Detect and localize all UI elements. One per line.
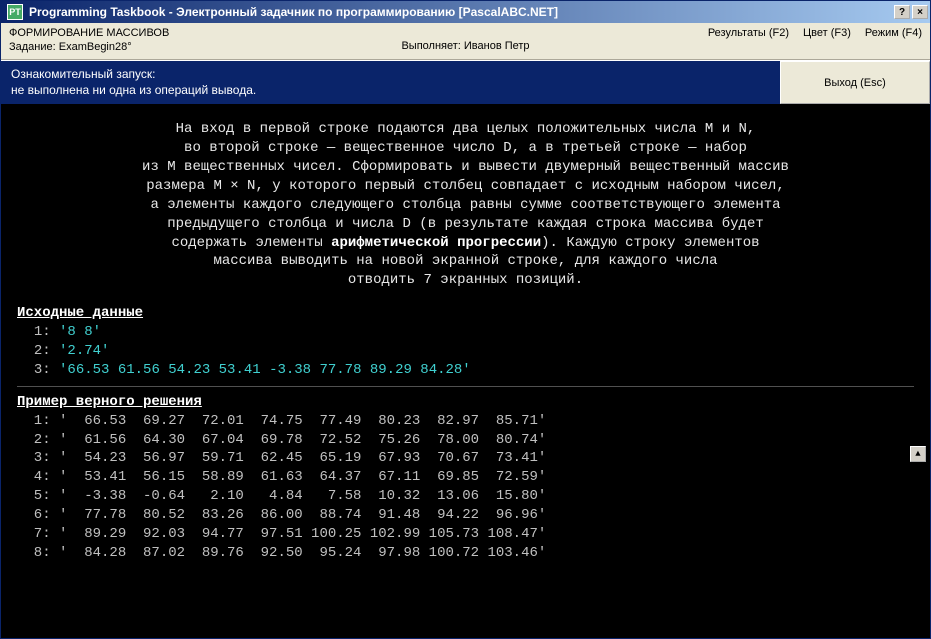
results-link[interactable]: Результаты (F2) <box>708 27 789 39</box>
task-line: а элементы каждого следующего столбца ра… <box>17 196 914 215</box>
input-line: 1: '8 8' <box>17 323 914 342</box>
help-button[interactable]: ? <box>894 5 910 19</box>
example-line: 6: ' 77.78 80.52 83.26 86.00 88.74 91.48… <box>17 506 914 525</box>
task-description: На вход в первой строке подаются два цел… <box>17 120 914 290</box>
close-button[interactable]: × <box>912 5 928 19</box>
task-line: содержать элементы арифметической прогре… <box>17 234 914 253</box>
scroll-up-button[interactable]: ▲ <box>910 446 926 462</box>
task-bold: арифметической прогрессии <box>331 235 541 251</box>
input-header: Исходные данные <box>17 304 914 323</box>
example-line: 4: ' 53.41 56.15 58.89 61.63 64.37 67.11… <box>17 468 914 487</box>
example-line: 8: ' 84.28 87.02 89.76 92.50 95.24 97.98… <box>17 544 914 563</box>
status-message: Ознакомительный запуск: не выполнена ни … <box>1 61 780 104</box>
example-header: Пример верного решения <box>17 393 914 412</box>
task-line: размера M × N, у которого первый столбец… <box>17 177 914 196</box>
section-heading: ФОРМИРОВАНИЕ МАССИВОВ <box>9 27 169 39</box>
exit-button[interactable]: Выход (Esc) <box>780 61 930 104</box>
task-line: отводить 7 экранных позиций. <box>17 271 914 290</box>
window-title: Programming Taskbook - Электронный задач… <box>27 5 892 19</box>
example-line: 5: ' -3.38 -0.64 2.10 4.84 7.58 10.32 13… <box>17 487 914 506</box>
example-line: 7: ' 89.29 92.03 94.77 97.51 100.25 102.… <box>17 525 914 544</box>
status-line-2: не выполнена ни одна из операций вывода. <box>11 83 770 99</box>
app-icon: PT <box>7 4 23 20</box>
color-link[interactable]: Цвет (F3) <box>803 27 851 39</box>
task-line: На вход в первой строке подаются два цел… <box>17 120 914 139</box>
titlebar: PT Programming Taskbook - Электронный за… <box>1 1 930 23</box>
example-line: 3: ' 54.23 56.97 59.71 62.45 65.19 67.93… <box>17 449 914 468</box>
example-line: 2: ' 61.56 64.30 67.04 69.78 72.52 75.26… <box>17 431 914 450</box>
input-value: '66.53 61.56 54.23 53.41 -3.38 77.78 89.… <box>59 362 471 378</box>
toolbar-right: Результаты (F2) Цвет (F3) Режим (F4) <box>708 27 922 39</box>
task-line: массива выводить на новой экранной строк… <box>17 252 914 271</box>
toolbar-left: ФОРМИРОВАНИЕ МАССИВОВ Задание: ExamBegin… <box>9 27 169 53</box>
input-value: '2.74' <box>59 343 109 359</box>
line-index: 3: <box>34 362 51 378</box>
task-label: Задание: ExamBegin28° <box>9 41 169 53</box>
input-line: 3: '66.53 61.56 54.23 53.41 -3.38 77.78 … <box>17 361 914 380</box>
toolbar: ФОРМИРОВАНИЕ МАССИВОВ Задание: ExamBegin… <box>1 23 930 60</box>
task-line: предыдущего столбца и числа D (в результ… <box>17 215 914 234</box>
input-block: 1: '8 8' 2: '2.74' 3: '66.53 61.56 54.23… <box>17 323 914 380</box>
app-window: PT Programming Taskbook - Электронный за… <box>0 0 931 639</box>
status-row: Ознакомительный запуск: не выполнена ни … <box>1 60 930 104</box>
task-text-span: ). Каждую строку элементов <box>541 235 759 251</box>
example-line: 1: ' 66.53 69.27 72.01 74.75 77.49 80.23… <box>17 412 914 431</box>
status-line-1: Ознакомительный запуск: <box>11 67 770 83</box>
task-line: из M вещественных чисел. Сформировать и … <box>17 158 914 177</box>
example-block: 1: ' 66.53 69.27 72.01 74.75 77.49 80.23… <box>17 412 914 563</box>
input-line: 2: '2.74' <box>17 342 914 361</box>
line-index: 1: <box>34 324 51 340</box>
task-line: во второй строке — вещественное число D,… <box>17 139 914 158</box>
input-value: '8 8' <box>59 324 101 340</box>
task-text-span: содержать элементы <box>171 235 331 251</box>
mode-link[interactable]: Режим (F4) <box>865 27 922 39</box>
separator <box>17 386 914 387</box>
line-index: 2: <box>34 343 51 359</box>
content-area: На вход в первой строке подаются два цел… <box>1 104 930 638</box>
